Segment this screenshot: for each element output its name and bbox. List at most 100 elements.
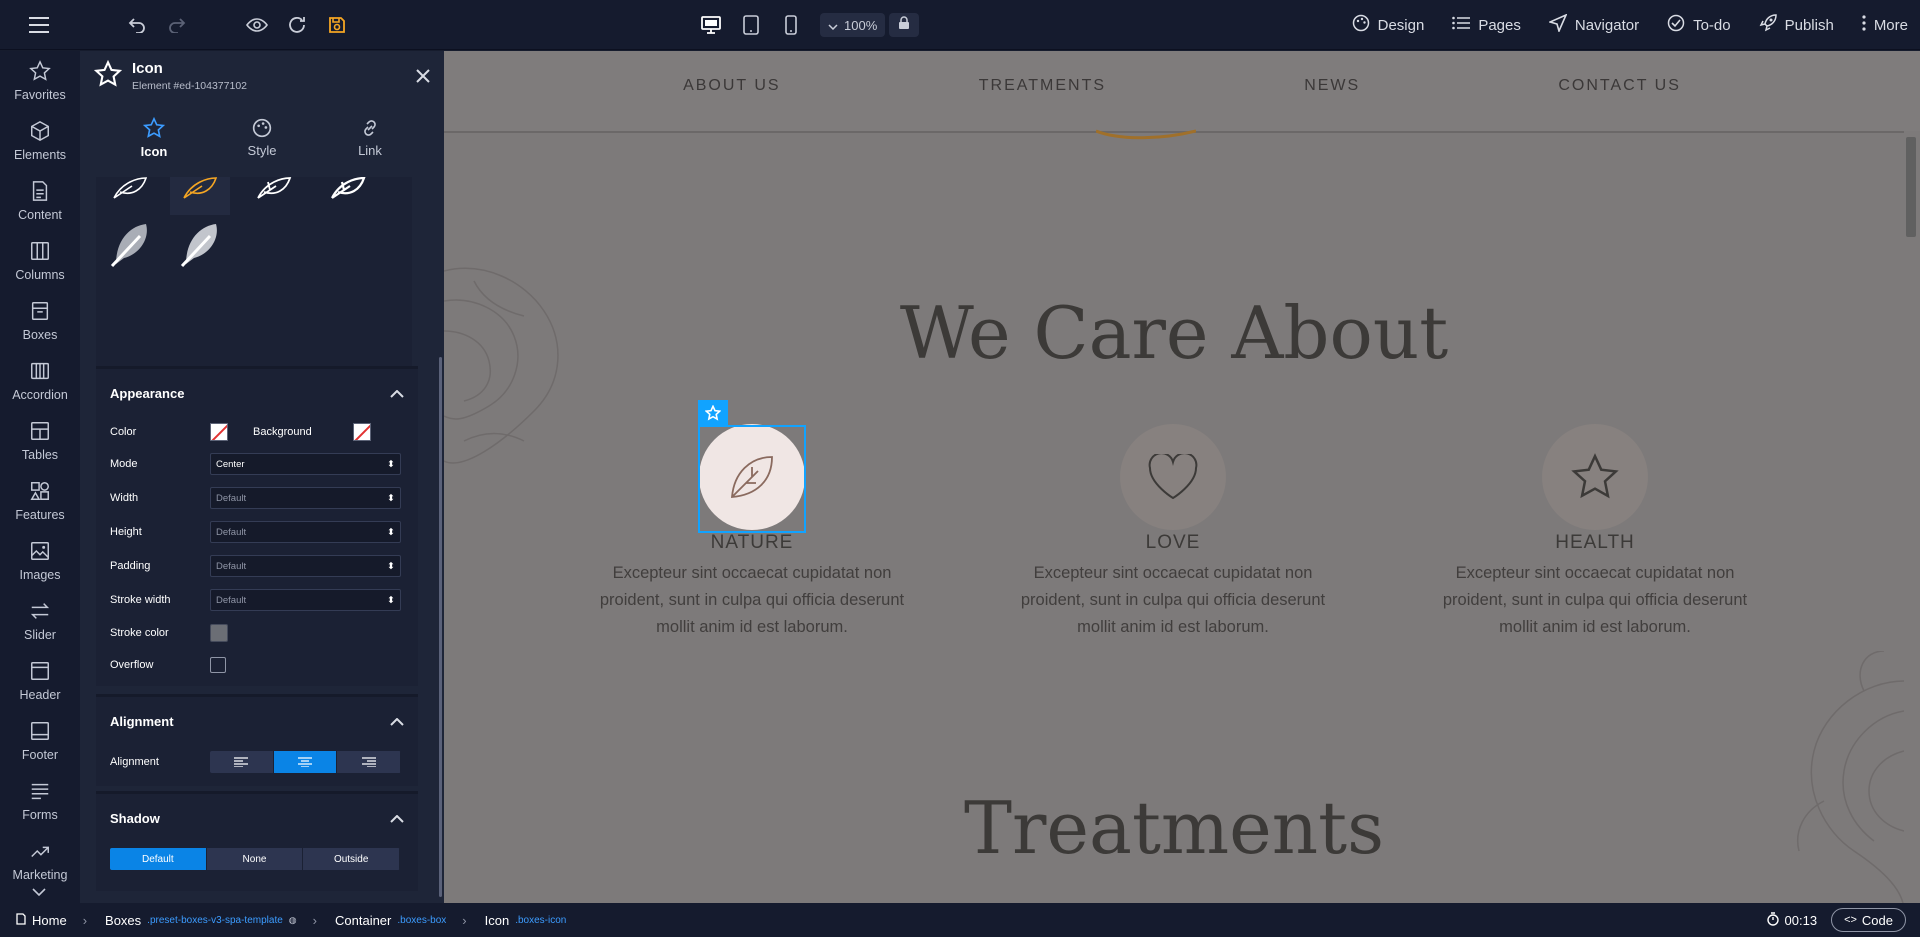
sidebar-item-footer[interactable]: Footer bbox=[0, 711, 80, 771]
alignment-label: Alignment bbox=[110, 756, 159, 768]
navigator-menu[interactable]: Navigator bbox=[1547, 13, 1640, 36]
sidebar-item-slider[interactable]: Slider bbox=[0, 591, 80, 651]
sidebar-item-content[interactable]: Content bbox=[0, 171, 80, 231]
sidebar-item-marketing[interactable]: Marketing bbox=[0, 831, 80, 891]
refresh-icon[interactable] bbox=[286, 14, 308, 36]
tab-icon[interactable]: Icon bbox=[119, 117, 189, 159]
lock-button[interactable] bbox=[889, 13, 920, 37]
publish-menu[interactable]: Publish bbox=[1759, 14, 1834, 36]
updown-icon: ⬍ bbox=[387, 526, 395, 538]
hamburger-menu-icon[interactable] bbox=[28, 14, 50, 36]
stroke-width-input[interactable]: Default ⬍ bbox=[210, 589, 401, 611]
align-center-button[interactable] bbox=[273, 751, 338, 773]
design-menu[interactable]: Design bbox=[1352, 14, 1424, 36]
sidebar-item-elements[interactable]: Elements bbox=[0, 111, 80, 171]
color-swatch[interactable] bbox=[210, 423, 228, 441]
tablet-icon[interactable] bbox=[740, 14, 762, 36]
background-swatch[interactable] bbox=[353, 423, 371, 441]
mobile-icon[interactable] bbox=[780, 14, 802, 36]
redo-icon[interactable] bbox=[166, 14, 188, 36]
chevron-right-icon: › bbox=[462, 912, 467, 928]
chevron-right-icon: › bbox=[82, 912, 88, 928]
overflow-checkbox[interactable] bbox=[210, 657, 226, 673]
breadcrumb-boxes[interactable]: Boxes .preset-boxes-v3-spa-template ◍ › bbox=[105, 913, 317, 928]
nav-link-news[interactable]: NEWS bbox=[1304, 77, 1360, 95]
canvas-scrollbar[interactable] bbox=[1906, 137, 1918, 237]
alignment-row: Alignment bbox=[96, 745, 418, 779]
swap-arrows-icon bbox=[30, 603, 50, 619]
navigator-label: Navigator bbox=[1574, 16, 1640, 34]
sidebar-scroll-down-icon[interactable] bbox=[32, 883, 46, 901]
sidebar-item-columns[interactable]: Columns bbox=[0, 231, 80, 291]
shadow-header[interactable]: Shadow bbox=[96, 794, 418, 842]
todo-menu[interactable]: To-do bbox=[1667, 14, 1731, 36]
feather-icon-option[interactable] bbox=[100, 213, 160, 277]
zoom-dropdown[interactable]: 100% bbox=[820, 13, 886, 37]
preview-eye-icon[interactable] bbox=[246, 14, 268, 36]
close-icon[interactable] bbox=[416, 67, 430, 88]
section-title: Alignment bbox=[110, 713, 174, 729]
code-button[interactable]: <> Code bbox=[1831, 908, 1906, 932]
nav-link-contact[interactable]: CONTACT US bbox=[1558, 77, 1681, 95]
feature-text: Excepteur sint occaecat cupidatat non pr… bbox=[1020, 564, 1326, 636]
sidebar-item-forms[interactable]: Forms bbox=[0, 771, 80, 831]
sidebar-item-header[interactable]: Header bbox=[0, 651, 80, 711]
panel-scrollbar[interactable] bbox=[439, 357, 442, 897]
tab-style[interactable]: Style bbox=[227, 118, 297, 158]
stopwatch-icon bbox=[1766, 911, 1779, 929]
sidebar-item-images[interactable]: Images bbox=[0, 531, 80, 591]
shadow-default-button[interactable]: Default bbox=[110, 848, 207, 870]
feature-title: LOVE bbox=[1145, 532, 1201, 553]
zoom-level: 100% bbox=[844, 17, 878, 33]
padding-row: Padding Default ⬍ bbox=[96, 549, 418, 583]
breadcrumb-home[interactable]: Home › bbox=[16, 913, 87, 928]
panel-title: Icon bbox=[132, 60, 163, 77]
sidebar-item-accordion[interactable]: Accordion bbox=[0, 351, 80, 411]
page-canvas: ABOUT US TREATMENTS NEWS CONTACT US We C… bbox=[444, 51, 1920, 903]
feature-icon-circle[interactable] bbox=[1542, 424, 1648, 530]
leaf-icon-option[interactable] bbox=[318, 177, 378, 215]
sidebar-item-boxes[interactable]: Boxes bbox=[0, 291, 80, 351]
width-input[interactable]: Default ⬍ bbox=[210, 487, 401, 509]
desktop-icon[interactable] bbox=[700, 14, 722, 36]
mode-select[interactable]: Center ⬍ bbox=[210, 453, 401, 475]
save-icon[interactable] bbox=[326, 14, 348, 36]
undo-icon[interactable] bbox=[126, 14, 148, 36]
nav-link-treatments[interactable]: TREATMENTS bbox=[979, 77, 1106, 95]
padding-input[interactable]: Default ⬍ bbox=[210, 555, 401, 577]
crumb-class: .preset-boxes-v3-spa-template bbox=[147, 914, 283, 926]
alignment-section: Alignment Alignment bbox=[96, 694, 418, 786]
sidebar-item-features[interactable]: Features bbox=[0, 471, 80, 531]
nav-link-about[interactable]: ABOUT US bbox=[683, 77, 781, 95]
timer-value: 00:13 bbox=[1784, 912, 1818, 928]
toolbar-left bbox=[28, 0, 50, 50]
align-left-button[interactable] bbox=[210, 751, 274, 773]
sidebar-item-favorites[interactable]: Favorites bbox=[0, 51, 80, 111]
shadow-outside-button[interactable]: Outside bbox=[303, 848, 400, 870]
breadcrumb-icon[interactable]: Icon .boxes-icon bbox=[485, 913, 567, 928]
alignment-header[interactable]: Alignment bbox=[96, 697, 418, 745]
feature-icon-circle[interactable] bbox=[1120, 424, 1226, 530]
align-right-button[interactable] bbox=[337, 751, 401, 773]
height-label: Height bbox=[110, 526, 142, 538]
sidebar-label: Images bbox=[19, 568, 61, 582]
shadow-none-button[interactable]: None bbox=[207, 848, 304, 870]
header-layout-icon bbox=[31, 662, 49, 680]
leaf-icon-option[interactable] bbox=[244, 177, 304, 215]
selected-element-outline[interactable] bbox=[698, 425, 806, 533]
feather-icon-option[interactable] bbox=[170, 213, 230, 277]
leaf-icon-option-selected[interactable] bbox=[170, 177, 230, 215]
appearance-header[interactable]: Appearance bbox=[96, 369, 418, 417]
stroke-color-swatch[interactable] bbox=[210, 624, 228, 642]
pages-menu[interactable]: Pages bbox=[1452, 16, 1521, 34]
sidebar-item-tables[interactable]: Tables bbox=[0, 411, 80, 471]
chevron-up-icon bbox=[390, 811, 404, 826]
breadcrumb-container[interactable]: Container .boxes-box › bbox=[335, 913, 467, 928]
panel-scroll-area[interactable]: Appearance Color Background Mode Center ⬍… bbox=[80, 177, 444, 903]
leaf-icon-option[interactable] bbox=[100, 177, 160, 215]
selected-element-tag[interactable] bbox=[698, 400, 728, 426]
more-menu[interactable]: More bbox=[1862, 15, 1908, 35]
height-input[interactable]: Default ⬍ bbox=[210, 521, 401, 543]
accordion-icon bbox=[31, 362, 49, 380]
tab-link[interactable]: Link bbox=[335, 118, 405, 158]
